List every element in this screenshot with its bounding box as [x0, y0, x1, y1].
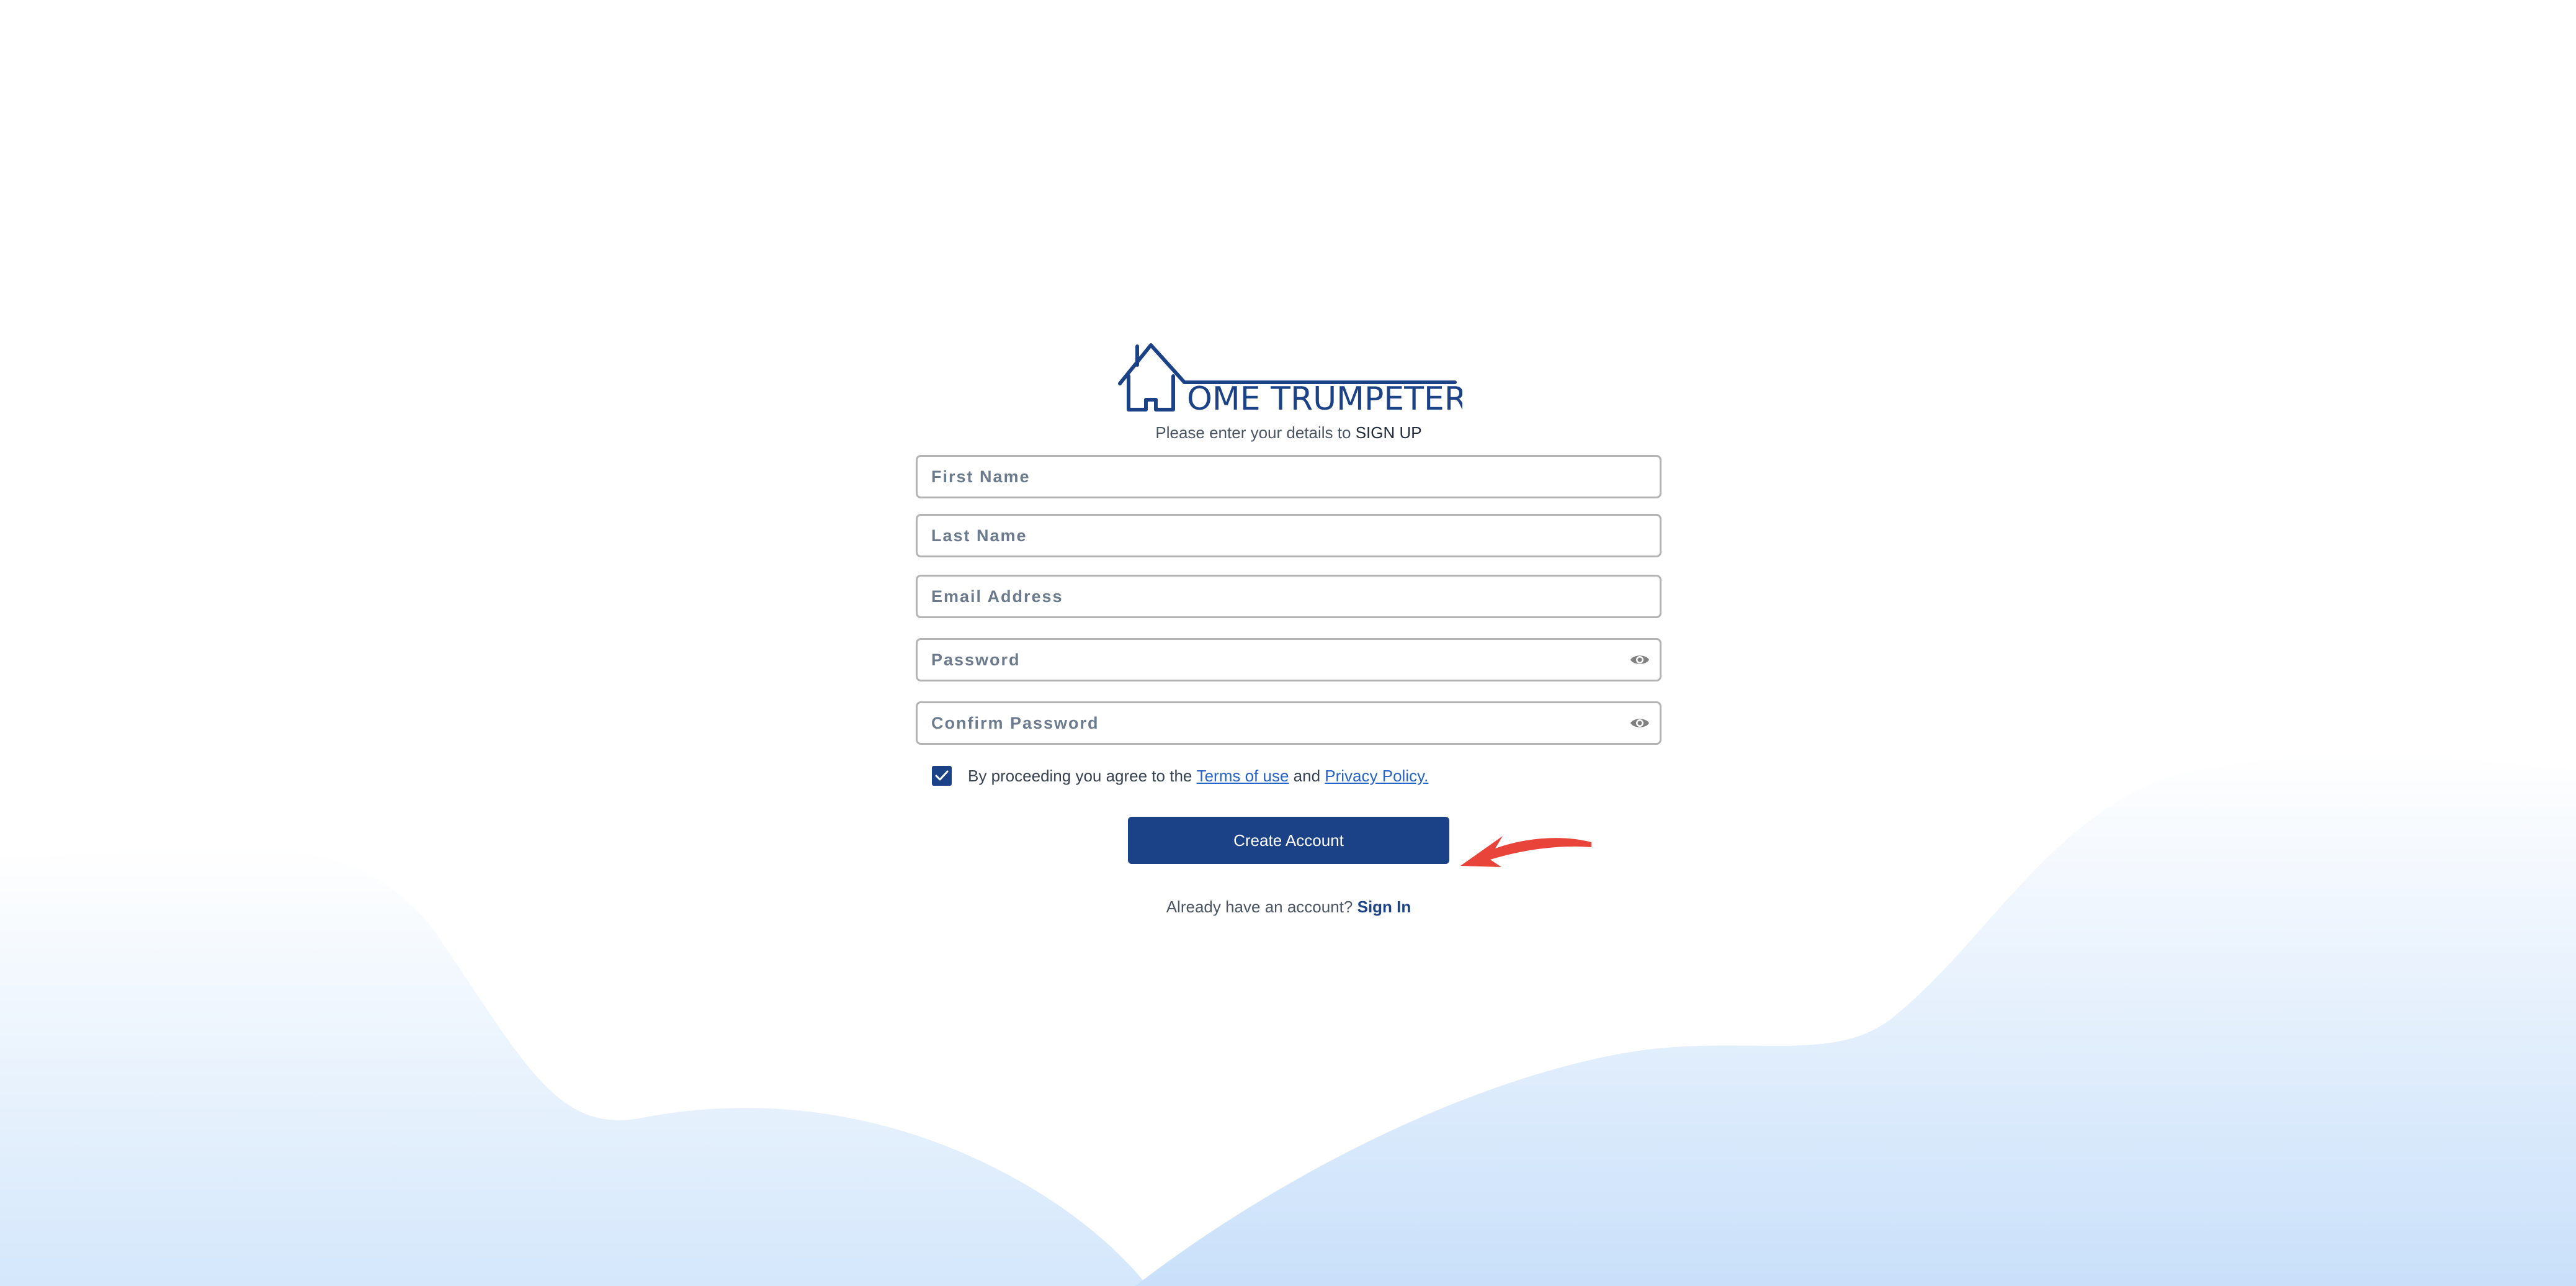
signin-prompt: Already have an account? Sign In	[1166, 897, 1411, 917]
home-trumpeter-logo: OME TRUMPETER	[1118, 343, 1462, 417]
agree-text: By proceeding you agree to the	[968, 766, 1192, 785]
eye-icon[interactable]	[1630, 653, 1650, 667]
signup-form-container: OME TRUMPETER Please enter your details …	[915, 340, 1663, 917]
create-account-button[interactable]: Create Account	[1128, 817, 1449, 864]
first-name-field[interactable]	[916, 455, 1661, 498]
check-icon	[935, 770, 949, 781]
signin-link[interactable]: Sign In	[1357, 897, 1411, 916]
last-name-field[interactable]	[916, 514, 1661, 557]
terms-checkbox[interactable]	[932, 766, 952, 786]
privacy-link[interactable]: Privacy Policy.	[1325, 767, 1428, 786]
subtitle: Please enter your details to SIGN UP	[1155, 423, 1421, 443]
email-input[interactable]	[918, 577, 1660, 616]
and-text: and	[1293, 766, 1321, 785]
logo-text: OME TRUMPETER	[1187, 380, 1462, 417]
password-input[interactable]	[918, 640, 1660, 680]
eye-icon[interactable]	[1630, 716, 1650, 730]
confirm-password-input[interactable]	[918, 703, 1660, 743]
email-field[interactable]	[916, 575, 1661, 618]
confirm-password-field[interactable]	[916, 701, 1661, 745]
first-name-input[interactable]	[918, 457, 1660, 497]
signin-prompt-text: Already have an account?	[1166, 897, 1353, 916]
subtitle-text: Please enter your details to	[1155, 423, 1351, 442]
last-name-input[interactable]	[918, 516, 1660, 555]
terms-agreement: By proceeding you agree to the Terms of …	[916, 766, 1661, 786]
terms-link[interactable]: Terms of use	[1197, 767, 1289, 786]
password-field[interactable]	[916, 638, 1661, 681]
red-arrow-annotation-icon	[1460, 836, 1591, 867]
subtitle-action: SIGN UP	[1355, 423, 1422, 442]
